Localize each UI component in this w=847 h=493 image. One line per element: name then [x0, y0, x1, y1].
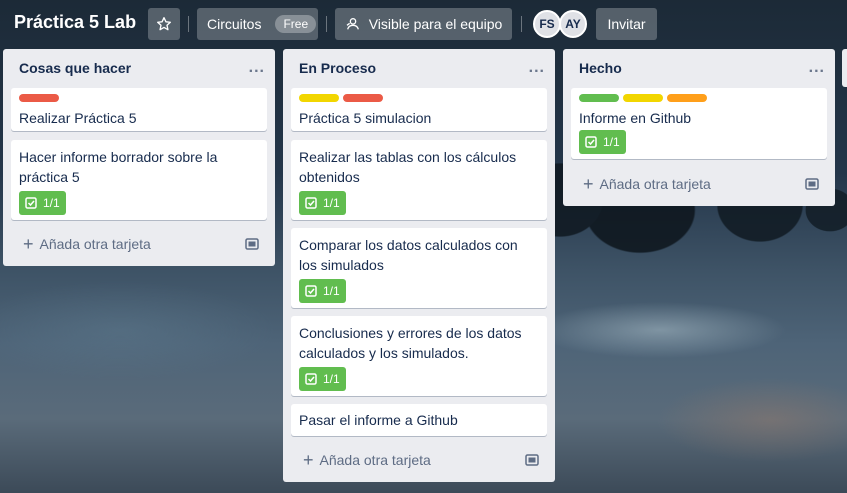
avatar[interactable]: AY	[559, 10, 587, 38]
checklist-badge: 1/1	[299, 367, 346, 391]
star-button[interactable]	[148, 8, 180, 40]
more-icon[interactable]: ...	[249, 59, 265, 77]
card-template-icon[interactable]	[805, 178, 819, 190]
add-card-button[interactable]: + Añada otra tarjeta	[571, 170, 827, 198]
card-title: Informe en Github	[579, 110, 692, 126]
avatar[interactable]: FS	[533, 10, 561, 38]
free-badge: Free	[275, 15, 317, 33]
more-icon[interactable]: ...	[809, 59, 825, 77]
invite-button[interactable]: Invitar	[596, 8, 657, 40]
board-title[interactable]: Práctica 5 Lab	[14, 12, 136, 33]
divider	[326, 16, 327, 32]
card[interactable]: Informe en Github 1/1	[571, 88, 827, 159]
card[interactable]: Pasar el informe a Github	[291, 404, 547, 436]
more-icon[interactable]: ...	[529, 59, 545, 77]
card-labels	[299, 94, 539, 102]
list-header: Cosas que hacer ...	[3, 49, 275, 87]
label-red[interactable]	[19, 94, 59, 102]
card[interactable]: Práctica 5 simulacion	[291, 88, 547, 131]
label-green[interactable]	[579, 94, 619, 102]
divider	[521, 16, 522, 32]
plus-icon: +	[303, 450, 314, 470]
checklist-badge: 1/1	[299, 279, 346, 303]
card[interactable]: Hacer informe borrador sobre la práctica…	[11, 140, 267, 220]
label-yellow[interactable]	[299, 94, 339, 102]
card-template-icon[interactable]	[525, 454, 539, 466]
card-title: Conclusiones y errores de los datos calc…	[299, 325, 522, 361]
label-orange[interactable]	[667, 94, 707, 102]
label-yellow[interactable]	[623, 94, 663, 102]
card-title: Práctica 5 simulacion	[299, 110, 432, 126]
checklist-icon	[305, 373, 317, 385]
card-title: Comparar los datos calculados con los si…	[299, 237, 518, 273]
visibility-label: Visible para el equipo	[368, 16, 503, 32]
card-labels	[19, 94, 259, 102]
card-title: Pasar el informe a Github	[299, 412, 458, 428]
checklist-icon	[305, 197, 317, 209]
add-card-button[interactable]: + Añada otra tarjeta	[11, 230, 267, 258]
checklist-count: 1/1	[323, 196, 340, 210]
add-card-label: Añada otra tarjeta	[599, 176, 711, 192]
card[interactable]: Realizar las tablas con los cálculos obt…	[291, 140, 547, 220]
list-hecho: Hecho ... Informe en Github 1/1 + Añada …	[563, 49, 835, 206]
checklist-icon	[25, 197, 37, 209]
list-header: Hecho ...	[563, 49, 835, 87]
card[interactable]: Comparar los datos calculados con los si…	[291, 228, 547, 308]
card-labels	[579, 94, 819, 102]
add-card-label: Añada otra tarjeta	[39, 236, 151, 252]
checklist-badge: 1/1	[299, 191, 346, 215]
divider	[188, 16, 189, 32]
card-title: Realizar Práctica 5	[19, 110, 137, 126]
checklist-icon	[585, 136, 597, 148]
workspace-button[interactable]: Circuitos Free	[197, 8, 318, 40]
list-title[interactable]: Hecho	[579, 60, 622, 76]
card-title: Realizar las tablas con los cálculos obt…	[299, 149, 517, 185]
checklist-count: 1/1	[323, 372, 340, 386]
add-card-button[interactable]: + Añada otra tarjeta	[291, 446, 547, 474]
plus-icon: +	[23, 234, 34, 254]
board-header: Práctica 5 Lab Circuitos Free Visible pa…	[0, 0, 847, 48]
checklist-icon	[305, 285, 317, 297]
checklist-badge: 1/1	[579, 130, 626, 154]
list-en-proceso: En Proceso ... Práctica 5 simulacion Rea…	[283, 49, 555, 482]
next-list-edge	[842, 49, 847, 87]
card-title: Hacer informe borrador sobre la práctica…	[19, 149, 218, 185]
checklist-count: 1/1	[323, 284, 340, 298]
checklist-count: 1/1	[603, 135, 620, 149]
label-red[interactable]	[343, 94, 383, 102]
list-title[interactable]: En Proceso	[299, 60, 376, 76]
card[interactable]: Conclusiones y errores de los datos calc…	[291, 316, 547, 396]
list-header: En Proceso ...	[283, 49, 555, 87]
checklist-badge: 1/1	[19, 191, 66, 215]
add-card-label: Añada otra tarjeta	[319, 452, 431, 468]
checklist-count: 1/1	[43, 196, 60, 210]
visibility-button[interactable]: Visible para el equipo	[335, 8, 512, 40]
list-cosas-que-hacer: Cosas que hacer ... Realizar Práctica 5 …	[3, 49, 275, 266]
plus-icon: +	[583, 174, 594, 194]
card-template-icon[interactable]	[245, 238, 259, 250]
team-icon	[346, 18, 359, 30]
list-title[interactable]: Cosas que hacer	[19, 60, 131, 76]
card[interactable]: Realizar Práctica 5	[11, 88, 267, 131]
star-icon	[157, 17, 171, 31]
workspace-label: Circuitos	[207, 16, 262, 32]
